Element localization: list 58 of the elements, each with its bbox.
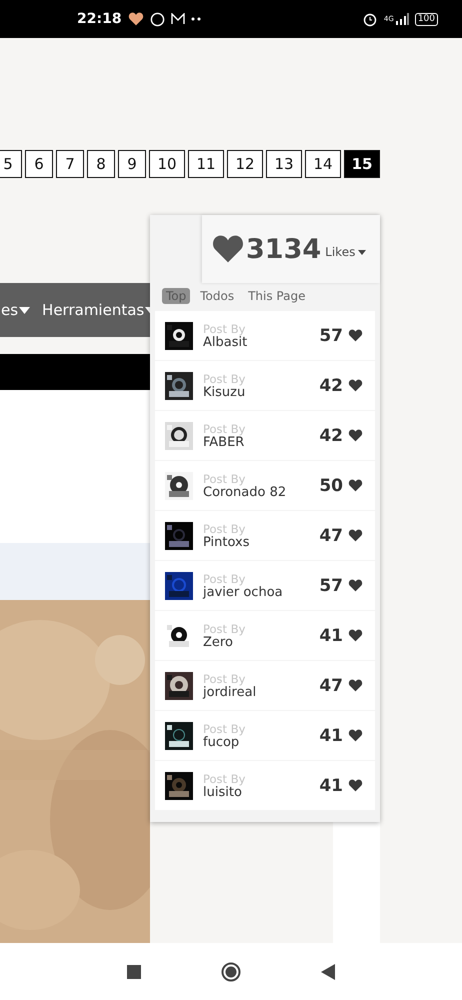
like-count: 47	[319, 526, 343, 546]
clock: 22:18	[77, 11, 122, 27]
user-name: jordireal	[203, 686, 258, 700]
user-name: Pintoxs	[203, 536, 251, 550]
like-count: 47	[319, 676, 343, 696]
list-item[interactable]: Post By FABER 42	[155, 411, 375, 460]
caption: Post By	[203, 772, 246, 786]
tab[interactable]: Todos	[196, 288, 238, 304]
list-item[interactable]: Post By Zero 41	[155, 611, 375, 660]
page-button[interactable]: 10	[149, 150, 185, 178]
like-count: 50	[319, 476, 343, 496]
battery-icon: 100	[414, 12, 438, 26]
caption: Post By	[203, 322, 246, 336]
likes-dropdown[interactable]: Likes	[325, 245, 366, 259]
like-count: 41	[319, 626, 343, 646]
caption: Post By	[203, 672, 246, 686]
user-name: fucop	[203, 736, 240, 750]
like-count: 41	[319, 726, 343, 746]
page-button[interactable]: 15	[344, 150, 380, 178]
caption: Post By	[203, 722, 246, 736]
list-item[interactable]: Post By fucop 41	[155, 711, 375, 760]
list-item[interactable]: Post By Pintoxs 47	[155, 511, 375, 560]
like-count: 57	[319, 326, 343, 346]
user-name: Coronado 82	[203, 486, 288, 500]
likes-total: 3134	[246, 234, 322, 264]
user-name: Albasit	[203, 336, 248, 350]
page-button[interactable]: 12	[227, 150, 263, 178]
page-button[interactable]: 8	[87, 150, 115, 178]
like-count: 57	[319, 576, 343, 596]
like-count: 42	[319, 426, 343, 446]
user-name: javier ochoa	[203, 586, 284, 600]
tab[interactable]: This Page	[244, 288, 310, 304]
page-button[interactable]: 7	[56, 150, 84, 178]
list-item[interactable]: Post By jordireal 47	[155, 661, 375, 710]
caption: Post By	[203, 572, 246, 586]
page-button[interactable]: 13	[266, 150, 302, 178]
list-item[interactable]: Post By Coronado 82 50	[155, 461, 375, 510]
page-button[interactable]: 9	[118, 150, 146, 178]
caption: Post By	[203, 422, 246, 436]
page-button[interactable]: 14	[305, 150, 341, 178]
list-item[interactable]: Post By javier ochoa 57	[155, 561, 375, 610]
list-item[interactable]: Post By luisito 41	[155, 761, 375, 810]
page-button[interactable]: 5	[0, 150, 22, 178]
caption: Post By	[203, 372, 246, 386]
like-count: 42	[319, 376, 343, 396]
nav-menu-item[interactable]: es	[1, 301, 30, 319]
caption: Post By	[203, 472, 246, 486]
list-item[interactable]: Post By Albasit 57	[155, 311, 375, 360]
caption: Post By	[203, 522, 246, 536]
like-count: 41	[319, 776, 343, 796]
page-button[interactable]: 11	[188, 150, 224, 178]
user-name: FABER	[203, 436, 244, 450]
caption: Post By	[203, 622, 246, 636]
page-button[interactable]: 6	[25, 150, 53, 178]
user-name: Zero	[203, 636, 233, 650]
user-name: luisito	[203, 786, 242, 800]
list-item[interactable]: Post By Kisuzu 42	[155, 361, 375, 410]
user-name: Kisuzu	[203, 386, 246, 400]
